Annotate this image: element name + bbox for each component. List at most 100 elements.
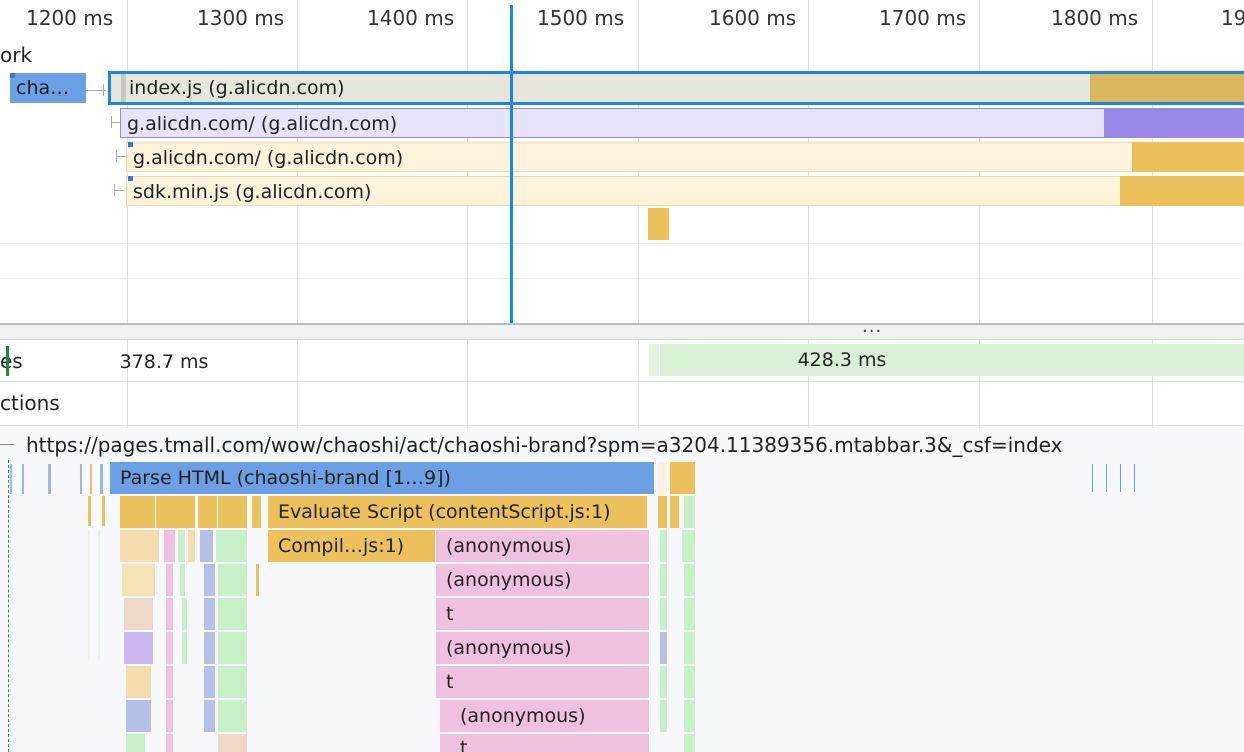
frame-segment[interactable]	[649, 344, 659, 376]
main-thread-header[interactable]: https://pages.tmall.com/wow/chaoshi/act/…	[0, 428, 1244, 460]
flame-label: (anonymous)	[446, 535, 572, 557]
flame-task[interactable]	[218, 598, 248, 630]
small-request-bar[interactable]	[648, 208, 669, 240]
main-pane: es 378.7 ms 428.3 ms ctions https://page…	[0, 340, 1244, 752]
flame-task[interactable]	[200, 530, 214, 562]
flame-sliver	[102, 496, 105, 526]
flame-task[interactable]	[660, 666, 668, 698]
network-request[interactable]: g.alicdn.com/ (g.alicdn.com)	[126, 142, 1244, 172]
flame-task[interactable]	[684, 666, 696, 698]
flame-task[interactable]	[126, 666, 152, 698]
flame-task[interactable]	[684, 564, 696, 596]
frame-segment[interactable]: 428.3 ms	[660, 344, 1244, 376]
flame-task[interactable]	[658, 462, 668, 494]
flame-evaluate-script[interactable]: Evaluate Script (contentScript.js:1)	[268, 496, 648, 528]
flame-task[interactable]	[660, 700, 668, 732]
flame-task[interactable]	[120, 496, 156, 528]
flame-task[interactable]	[682, 530, 696, 562]
request-connector	[114, 190, 124, 191]
flame-task[interactable]	[204, 564, 216, 596]
request-label: index.js (g.alicdn.com)	[129, 77, 345, 99]
flame-task[interactable]	[178, 530, 186, 562]
network-request-selected[interactable]: index.js (g.alicdn.com)	[108, 71, 1244, 105]
flame-task[interactable]	[218, 564, 248, 596]
flame-label: Parse HTML (chaoshi-brand [1…9])	[120, 467, 451, 489]
flame-task[interactable]	[120, 530, 160, 562]
pane-splitter[interactable]: ...	[0, 316, 1244, 340]
flame-task[interactable]	[126, 734, 146, 752]
flame-task[interactable]	[216, 530, 248, 562]
flame-task[interactable]	[124, 598, 154, 630]
flame-chart: Parse HTML (chaoshi-brand [1…9]) Evaluat…	[0, 460, 1244, 752]
flame-js-call[interactable]: (anonymous)	[436, 632, 650, 664]
flame-js-call[interactable]: t	[440, 734, 650, 752]
flame-task[interactable]	[204, 598, 216, 630]
flame-js-call[interactable]: (anonymous)	[436, 530, 650, 562]
flame-sliver	[1092, 464, 1093, 492]
flame-task[interactable]	[122, 564, 156, 596]
network-request[interactable]: sdk.min.js (g.alicdn.com)	[126, 176, 1244, 206]
network-request[interactable]: g.alicdn.com/ (g.alicdn.com)	[120, 108, 1244, 138]
flame-task[interactable]	[660, 564, 668, 596]
playhead-line[interactable]	[510, 5, 513, 325]
flame-js-call[interactable]: t	[436, 598, 650, 630]
flame-task[interactable]	[684, 734, 696, 752]
flame-task[interactable]	[126, 700, 152, 732]
flame-task[interactable]	[166, 598, 174, 630]
frame-duration: 428.3 ms	[797, 349, 887, 371]
flame-sliver	[1120, 464, 1121, 492]
flame-label: Evaluate Script (contentScript.js:1)	[278, 501, 611, 523]
flame-task[interactable]	[198, 496, 218, 528]
flame-task[interactable]	[218, 700, 248, 732]
flame-task[interactable]	[218, 666, 248, 698]
flame-js-call[interactable]: t	[436, 666, 650, 698]
flame-task[interactable]	[166, 632, 174, 664]
flame-label: (anonymous)	[460, 705, 586, 727]
flame-task[interactable]	[156, 496, 196, 528]
flame-sliver	[1134, 464, 1135, 492]
flame-label: t	[446, 603, 454, 625]
flame-task[interactable]	[670, 496, 680, 528]
flame-task[interactable]	[684, 598, 696, 630]
flame-task[interactable]	[182, 632, 188, 664]
flame-task[interactable]	[188, 530, 196, 562]
flame-task[interactable]	[218, 632, 248, 664]
flame-parse-html[interactable]: Parse HTML (chaoshi-brand [1…9])	[110, 462, 655, 494]
flame-sliver	[88, 496, 91, 526]
network-track-label: ork	[0, 43, 33, 67]
frame-segment[interactable]: 378.7 ms	[12, 346, 646, 378]
splitter-grip: ...	[862, 316, 883, 337]
flame-task[interactable]	[204, 666, 216, 698]
flame-task[interactable]	[684, 496, 696, 528]
flame-task[interactable]	[164, 530, 176, 562]
flame-task[interactable]	[660, 530, 668, 562]
request-start-marker	[128, 142, 133, 147]
flame-task[interactable]	[658, 496, 668, 528]
flame-sliver	[98, 530, 100, 660]
flame-task[interactable]	[166, 700, 174, 732]
flame-task[interactable]	[218, 734, 248, 752]
flame-task[interactable]	[660, 632, 668, 664]
flame-task[interactable]	[166, 734, 174, 752]
flame-task[interactable]	[166, 666, 174, 698]
request-start-marker	[128, 176, 133, 181]
flame-task[interactable]	[204, 700, 216, 732]
flame-sliver	[22, 464, 24, 494]
network-request[interactable]: cha…	[10, 73, 86, 103]
flame-task[interactable]	[204, 632, 216, 664]
flame-js-call[interactable]: (anonymous)	[440, 700, 650, 732]
flame-task[interactable]	[684, 632, 696, 664]
flame-task[interactable]	[180, 564, 186, 596]
flame-task[interactable]	[182, 598, 188, 630]
flame-task[interactable]	[684, 700, 696, 732]
flame-task[interactable]	[252, 496, 262, 528]
flame-task[interactable]	[256, 564, 260, 596]
flame-task[interactable]	[218, 496, 248, 528]
flame-compile[interactable]: Compil…js:1)	[268, 530, 436, 562]
flame-js-call[interactable]: (anonymous)	[436, 564, 650, 596]
flame-task[interactable]	[124, 632, 154, 664]
flame-task[interactable]	[670, 462, 696, 494]
request-download-bar	[1132, 142, 1244, 172]
flame-task[interactable]	[166, 564, 174, 596]
flame-task[interactable]	[660, 598, 668, 630]
